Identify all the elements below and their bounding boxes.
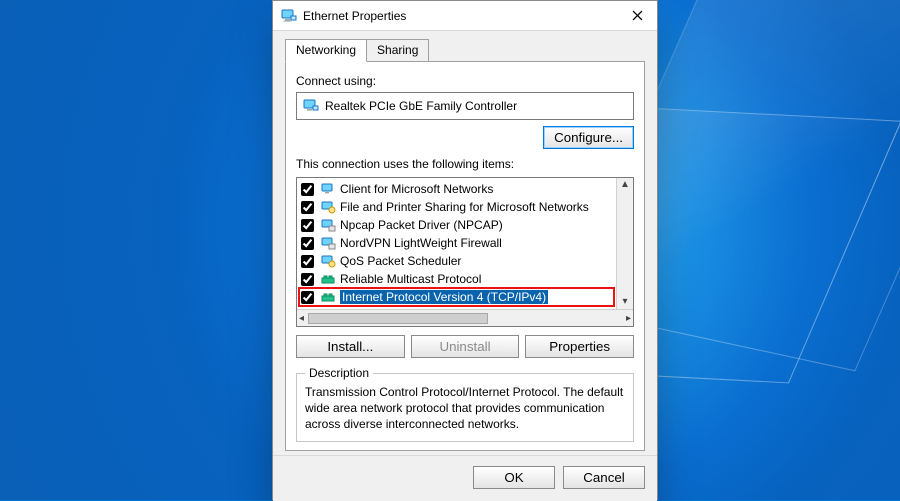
horizontal-scroll-thumb[interactable] <box>308 313 488 324</box>
cancel-button[interactable]: Cancel <box>563 466 645 489</box>
item-label: Reliable Multicast Protocol <box>340 272 481 286</box>
adapter-name: Realtek PCIe GbE Family Controller <box>325 99 517 113</box>
items-label: This connection uses the following items… <box>296 157 634 171</box>
list-item[interactable]: Reliable Multicast Protocol <box>299 270 614 288</box>
item-label: Internet Protocol Version 4 (TCP/IPv4) <box>340 290 548 304</box>
item-label: NordVPN LightWeight Firewall <box>340 236 502 250</box>
protocol-icon <box>320 271 336 287</box>
item-checkbox[interactable] <box>301 273 314 286</box>
close-button[interactable] <box>617 1 657 31</box>
tab-sharing[interactable]: Sharing <box>366 39 429 62</box>
items-scroll-area[interactable]: Client for Microsoft Networks File and Pr… <box>297 178 616 309</box>
ethernet-properties-dialog: Ethernet Properties Networking Sharing C… <box>272 0 658 500</box>
adapter-select[interactable]: Realtek PCIe GbE Family Controller <box>296 92 634 120</box>
item-checkbox[interactable] <box>301 201 314 214</box>
scroll-up-icon: ▲ <box>620 180 630 190</box>
properties-button[interactable]: Properties <box>525 335 634 358</box>
item-label: Npcap Packet Driver (NPCAP) <box>340 218 503 232</box>
scroll-left-icon: ◂ <box>299 313 304 324</box>
driver-icon <box>320 217 336 233</box>
tab-panel-networking: Connect using: Realtek PCIe GbE Family C… <box>285 61 645 451</box>
list-item[interactable]: NordVPN LightWeight Firewall <box>299 234 614 252</box>
description-text: Transmission Control Protocol/Internet P… <box>305 384 625 433</box>
network-card-icon <box>303 98 319 114</box>
window-title: Ethernet Properties <box>303 9 617 23</box>
description-heading: Description <box>305 366 373 380</box>
item-label: QoS Packet Scheduler <box>340 254 461 268</box>
scroll-down-icon: ▾ <box>622 297 627 307</box>
uninstall-button: Uninstall <box>411 335 520 358</box>
tabs: Networking Sharing <box>285 39 645 62</box>
item-label: File and Printer Sharing for Microsoft N… <box>340 200 589 214</box>
protocol-icon <box>320 289 336 305</box>
list-item[interactable]: Client for Microsoft Networks <box>299 180 614 198</box>
tab-networking[interactable]: Networking <box>285 39 367 62</box>
service-icon <box>320 199 336 215</box>
list-item[interactable]: QoS Packet Scheduler <box>299 252 614 270</box>
item-checkbox[interactable] <box>301 291 314 304</box>
list-item[interactable]: Npcap Packet Driver (NPCAP) <box>299 216 614 234</box>
item-label: Client for Microsoft Networks <box>340 182 493 196</box>
list-item[interactable]: File and Printer Sharing for Microsoft N… <box>299 198 614 216</box>
driver-icon <box>320 235 336 251</box>
configure-button[interactable]: Configure... <box>543 126 634 149</box>
item-checkbox[interactable] <box>301 255 314 268</box>
close-icon <box>632 10 643 21</box>
connect-using-label: Connect using: <box>296 74 634 88</box>
item-checkbox[interactable] <box>301 237 314 250</box>
vertical-scrollbar[interactable]: ▲ ▾ <box>616 178 633 309</box>
network-adapter-icon <box>281 8 297 24</box>
client-icon <box>320 181 336 197</box>
horizontal-scrollbar[interactable]: ◂ ▸ <box>297 309 633 326</box>
scroll-right-icon: ▸ <box>626 313 631 324</box>
titlebar[interactable]: Ethernet Properties <box>273 1 657 31</box>
install-button[interactable]: Install... <box>296 335 405 358</box>
list-item[interactable]: Internet Protocol Version 4 (TCP/IPv4) <box>299 288 614 306</box>
service-icon <box>320 253 336 269</box>
connection-items-list: Client for Microsoft Networks File and Pr… <box>296 177 634 327</box>
dialog-body: Networking Sharing Connect using: Realte… <box>273 31 657 455</box>
item-checkbox[interactable] <box>301 219 314 232</box>
dialog-button-row: OK Cancel <box>273 455 657 501</box>
ok-button[interactable]: OK <box>473 466 555 489</box>
item-checkbox[interactable] <box>301 183 314 196</box>
description-group: Description Transmission Control Protoco… <box>296 366 634 442</box>
